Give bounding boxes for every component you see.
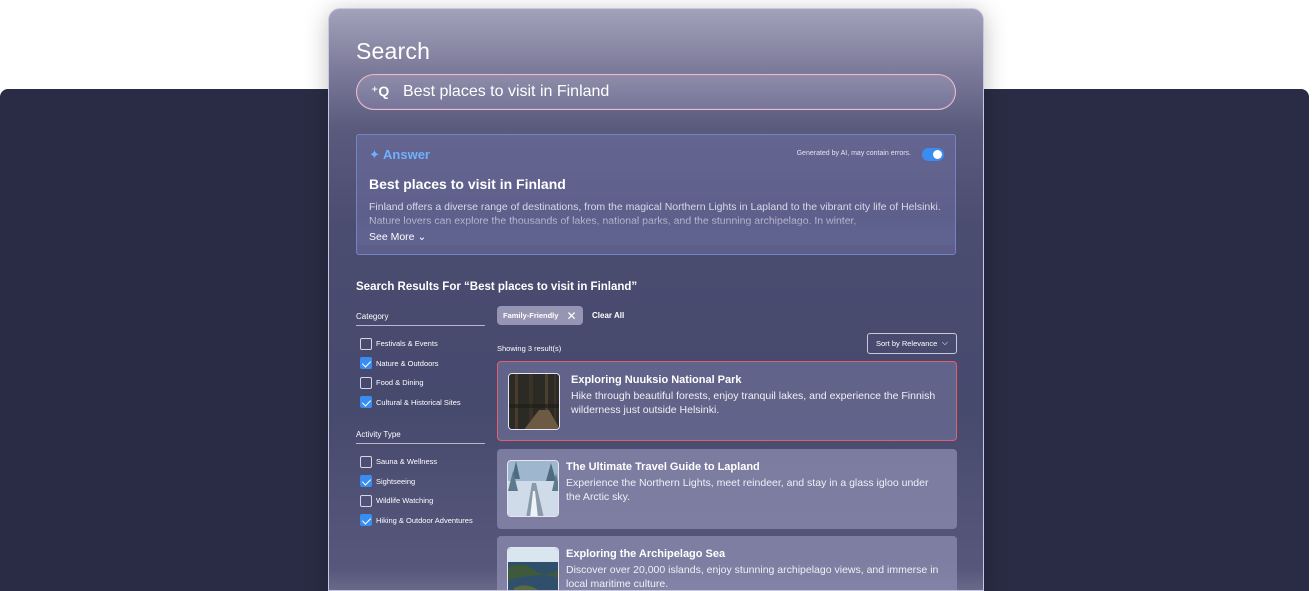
ai-search-icon: ⁺Q	[371, 83, 390, 99]
result-card[interactable]: Exploring the Archipelago Sea Discover o…	[497, 536, 957, 590]
answer-title: Best places to visit in Finland	[369, 176, 566, 192]
result-card[interactable]: The Ultimate Travel Guide to Lapland Exp…	[497, 449, 957, 529]
filter-option[interactable]: Sauna & Wellness	[360, 455, 437, 468]
divider	[356, 443, 485, 444]
answer-toggle[interactable]	[922, 148, 944, 161]
snowy-road-thumbnail	[507, 460, 559, 517]
search-input[interactable]	[403, 75, 933, 108]
filter-option[interactable]: Sightseeing	[360, 475, 415, 488]
filter-option[interactable]: Festivals & Events	[360, 337, 438, 350]
checkbox[interactable]	[360, 494, 372, 507]
checkbox[interactable]	[360, 376, 372, 389]
filter-option-label: Food & Dining	[376, 378, 424, 388]
result-title: Exploring the Archipelago Sea	[566, 548, 726, 560]
category-heading: Category	[356, 312, 389, 321]
forest-thumbnail	[508, 373, 560, 430]
sparkle-icon: ✦	[369, 147, 384, 162]
ai-answer-card: ✦ Answer Generated by AI, may contain er…	[356, 134, 956, 255]
results-heading: Search Results For “Best places to visit…	[356, 281, 638, 293]
checkbox[interactable]	[360, 455, 372, 468]
checkbox[interactable]	[360, 357, 372, 370]
filter-option-label: Nature & Outdoors	[376, 358, 439, 368]
see-more-button[interactable]: See More ⌄	[369, 231, 426, 243]
filter-option-label: Cultural & Historical Sites	[376, 397, 461, 407]
checkbox[interactable]	[360, 475, 372, 488]
filter-chip[interactable]: Family-Friendly ✕	[497, 306, 583, 325]
checkbox[interactable]	[360, 396, 372, 409]
answer-label: ✦ Answer	[369, 147, 430, 162]
search-panel: Search ⁺Q ✦ Answer Generated by AI, may …	[328, 8, 984, 591]
clear-all-button[interactable]: Clear All	[592, 311, 624, 320]
filter-option-label: Sauna & Wellness	[376, 457, 438, 466]
filter-option[interactable]: Nature & Outdoors	[360, 357, 439, 370]
filter-option[interactable]: Food & Dining	[360, 376, 424, 389]
divider	[356, 325, 485, 326]
chevron-down-icon: ⌄	[417, 231, 427, 243]
activity-heading: Activity Type	[356, 430, 401, 439]
chevron-down-icon: ⌵	[941, 338, 948, 347]
result-title: Exploring Nuuksio National Park	[571, 374, 742, 386]
result-description: Hike through beautiful forests, enjoy tr…	[571, 390, 936, 416]
filter-option[interactable]: Cultural & Historical Sites	[360, 396, 461, 409]
archipelago-thumbnail	[507, 547, 559, 590]
filter-option-label: Hiking & Outdoor Adventures	[376, 515, 473, 525]
result-description: Discover over 20,000 islands, enjoy stun…	[566, 564, 939, 590]
close-icon[interactable]: ✕	[566, 309, 576, 323]
answer-fade	[357, 215, 955, 245]
result-description: Experience the Northern Lights, meet rei…	[566, 477, 929, 503]
checkbox[interactable]	[360, 514, 372, 527]
result-card[interactable]: Exploring Nuuksio National Park Hike thr…	[497, 361, 957, 441]
filter-option[interactable]: Wildlife Watching	[360, 494, 433, 507]
checkbox[interactable]	[360, 337, 372, 350]
ai-disclaimer: Generated by AI, may contain errors.	[796, 150, 911, 157]
search-bar[interactable]: ⁺Q	[356, 74, 956, 110]
result-count: Showing 3 result(s)	[497, 344, 562, 353]
filter-option[interactable]: Hiking & Outdoor Adventures	[360, 514, 473, 527]
filter-option-label: Festivals & Events	[376, 339, 438, 348]
result-title: The Ultimate Travel Guide to Lapland	[566, 461, 760, 473]
filter-option-label: Sightseeing	[376, 476, 416, 486]
page-title: Search	[356, 38, 431, 64]
filter-option-label: Wildlife Watching	[376, 496, 434, 506]
sort-dropdown[interactable]: Sort by Relevance ⌵	[867, 333, 957, 354]
